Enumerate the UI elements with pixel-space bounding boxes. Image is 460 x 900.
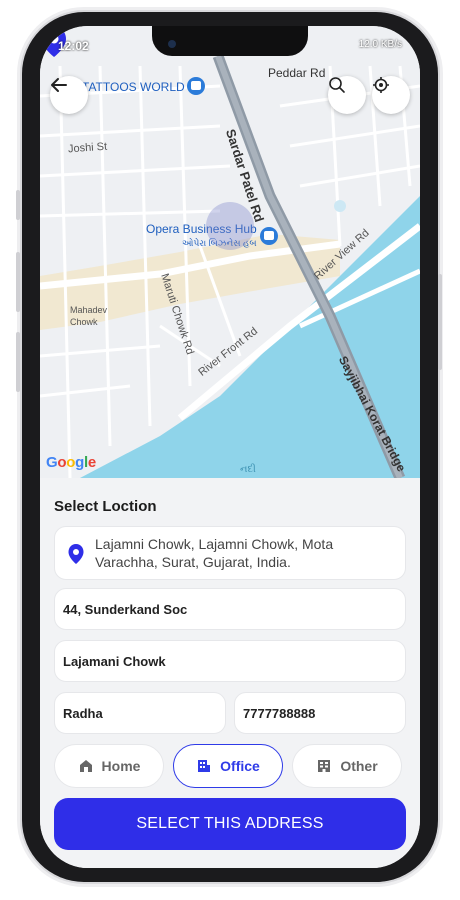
type-home-chip[interactable]: Home xyxy=(54,744,164,788)
status-indicators: 12.0 KB/s xyxy=(358,39,402,50)
map-label-peddar: Peddar Rd xyxy=(268,66,326,80)
location-halo xyxy=(206,202,254,250)
volume-up-button xyxy=(16,252,20,312)
google-logo: Google xyxy=(46,454,96,471)
arrow-left-icon xyxy=(51,78,67,92)
front-camera xyxy=(168,40,176,48)
status-time: 12:02 xyxy=(58,39,89,53)
type-office-label: Office xyxy=(220,758,260,774)
map-pin-icon xyxy=(68,544,84,564)
map-label-mahadev: Mahadev Chowk xyxy=(70,305,108,327)
home-icon xyxy=(79,760,92,772)
name-field[interactable]: Radha xyxy=(54,692,226,734)
silent-switch xyxy=(16,190,20,220)
search-icon xyxy=(329,77,345,93)
map-label-water: નદી xyxy=(240,464,256,475)
type-home-label: Home xyxy=(101,758,141,774)
map-view[interactable]: TATTOOS WORLD Peddar Rd Joshi St Opera B… xyxy=(40,26,420,478)
select-address-button[interactable]: SELECT THIS ADDRESS xyxy=(54,798,406,850)
app-screen: TATTOOS WORLD Peddar Rd Joshi St Opera B… xyxy=(40,26,420,868)
address-line-field[interactable]: 44, Sunderkand Soc xyxy=(54,588,406,630)
search-button[interactable] xyxy=(328,76,366,114)
type-office-chip[interactable]: Office xyxy=(173,744,283,788)
sheet-title: Select Loction xyxy=(54,498,157,515)
landmark-field[interactable]: Lajamani Chowk xyxy=(54,640,406,682)
crosshair-icon xyxy=(373,77,389,93)
address-sheet: Select Loction Lajamni Chowk, Lajamni Ch… xyxy=(40,478,420,868)
type-other-chip[interactable]: Other xyxy=(292,744,402,788)
other-building-icon xyxy=(318,760,331,772)
selected-location-text: Lajamni Chowk, Lajamni Chowk, Mota Varac… xyxy=(95,536,334,570)
volume-down-button xyxy=(16,332,20,392)
my-location-button[interactable] xyxy=(372,76,410,114)
selected-location-card[interactable]: Lajamni Chowk, Lajamni Chowk, Mota Varac… xyxy=(54,526,406,580)
type-other-label: Other xyxy=(340,758,378,774)
power-button xyxy=(438,274,442,370)
back-button[interactable] xyxy=(50,76,88,114)
phone-field[interactable]: 7777788888 xyxy=(234,692,406,734)
office-building-icon xyxy=(198,760,211,772)
map-label-tattoos: TATTOOS WORLD xyxy=(82,80,185,94)
